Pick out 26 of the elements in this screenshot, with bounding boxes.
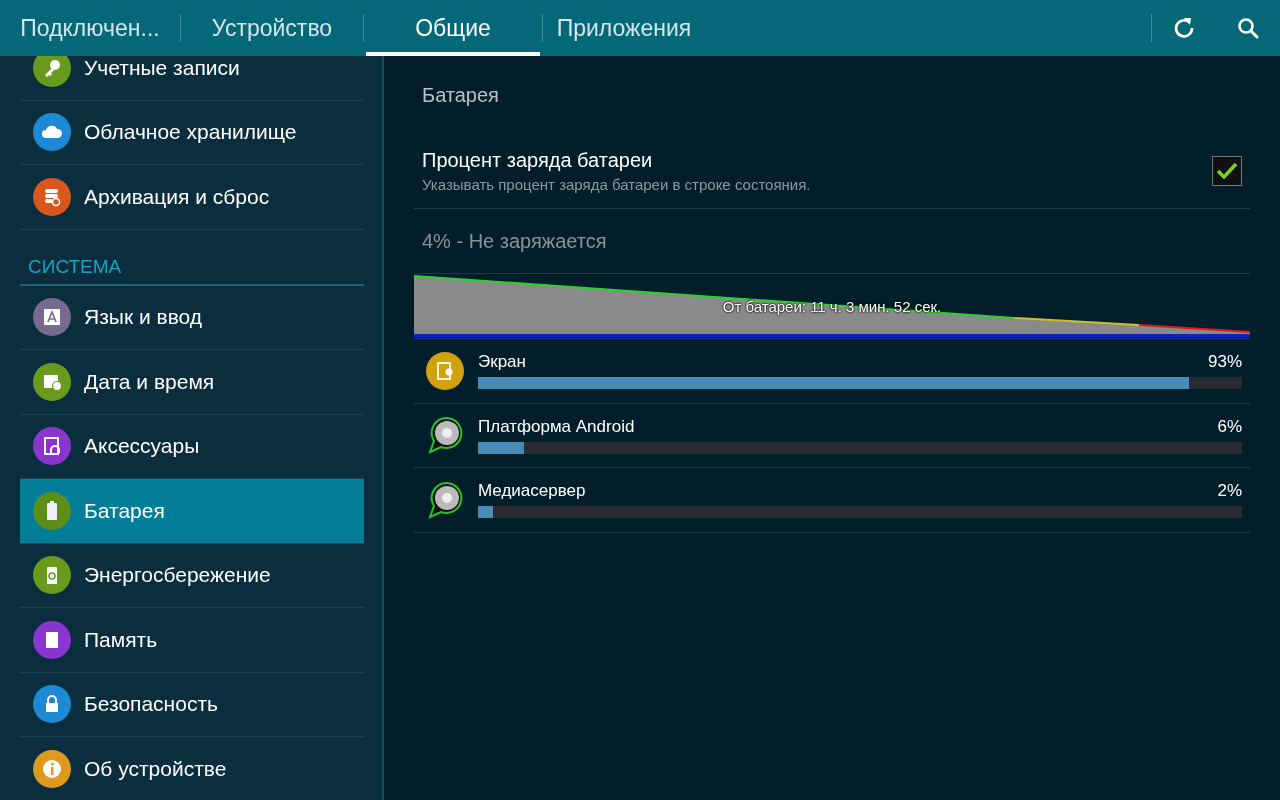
tab[interactable]: Подключен...: [0, 0, 180, 56]
sidebar-item[interactable]: Батарея: [20, 479, 364, 544]
sidebar-item[interactable]: Безопасность: [20, 672, 364, 737]
panel-title: Батарея: [421, 82, 500, 108]
usage-percent: 6%: [1217, 416, 1242, 437]
usage-percent: 2%: [1217, 481, 1242, 502]
section-header: СИСТЕМА: [20, 229, 364, 286]
setting-description: Указывать процент заряда батареи в строке состояния.: [422, 176, 811, 193]
sidebar-item[interactable]: Язык и ввод: [20, 285, 364, 350]
app-name: Платформа Android: [478, 416, 635, 437]
app-name: Медиасервер: [478, 481, 586, 502]
sidebar-item[interactable]: Учетные записи: [20, 56, 364, 101]
sidebar-item[interactable]: Об устройстве: [20, 737, 364, 800]
tab[interactable]: Приложения: [543, 0, 705, 56]
sidebar-item[interactable]: Архивация и сброс: [20, 165, 364, 230]
screen-brightness-icon: [426, 351, 464, 390]
sidebar-item[interactable]: Память: [20, 608, 364, 673]
app-name: Экран: [478, 352, 526, 373]
sidebar-item[interactable]: Энергосбережение: [20, 543, 364, 608]
sidebar-item[interactable]: Дата и время: [20, 350, 364, 415]
setting-title: Процент заряда батареи: [422, 149, 654, 172]
tab[interactable]: Устройство: [181, 0, 363, 56]
usage-percent: 93%: [1207, 352, 1242, 373]
checkbox[interactable]: [1212, 156, 1242, 186]
battery-status: 4% - Не заряжается: [414, 209, 1250, 274]
sidebar-item[interactable]: Облачное хранилище: [20, 100, 364, 165]
